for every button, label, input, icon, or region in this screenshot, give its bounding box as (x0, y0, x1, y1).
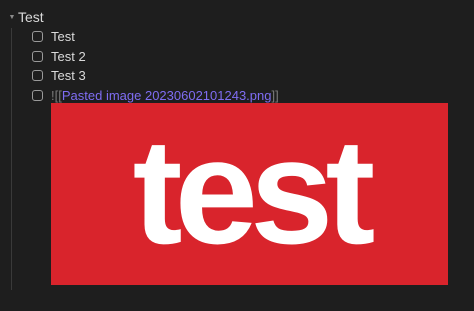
heading-row: ▼ Test (6, 7, 44, 27)
heading-title: Test (18, 9, 44, 25)
embed-link-line: ![[Pasted image 20230602101243.png]] (51, 88, 279, 103)
task-checkbox[interactable] (32, 89, 43, 101)
embedded-image-graphic: test (51, 103, 448, 285)
task-item: Test 2 (32, 46, 86, 66)
task-label: Test (51, 28, 75, 44)
task-item: Test 3 (32, 65, 86, 85)
note-editor[interactable]: ▼ Test Test Test 2 Test 3 ![[Pasted imag… (0, 0, 474, 311)
embed-close-brackets: ]] (271, 87, 279, 103)
task-label: Test 2 (51, 48, 86, 64)
embedded-image[interactable]: test (51, 103, 448, 285)
indent-guide (11, 28, 12, 290)
image-word: test (133, 107, 375, 275)
triangle-down-icon[interactable]: ▼ (6, 7, 18, 27)
task-label: Test 3 (51, 67, 86, 83)
task-checkbox[interactable] (32, 50, 43, 62)
task-item: Test (32, 26, 75, 46)
task-checkbox[interactable] (32, 30, 43, 42)
embed-link[interactable]: Pasted image 20230602101243.png (62, 88, 272, 103)
task-item-embed: ![[Pasted image 20230602101243.png]] (32, 85, 279, 105)
task-checkbox[interactable] (32, 69, 43, 81)
embed-open-brackets: [[ (54, 87, 62, 103)
